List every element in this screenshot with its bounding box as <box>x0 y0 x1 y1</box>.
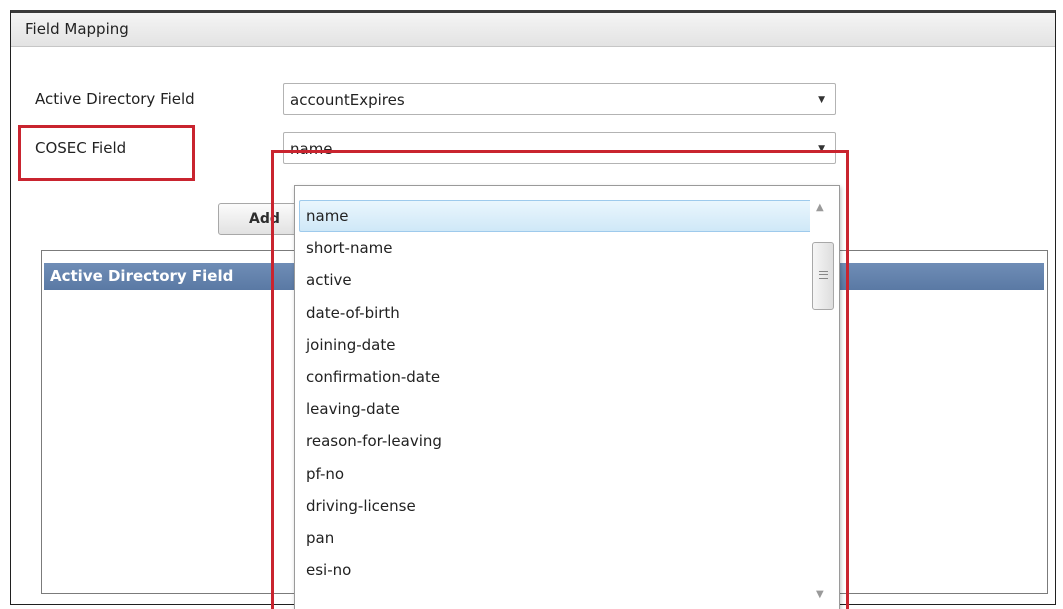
field-mapping-screen: Field Mapping Active Directory Field acc… <box>0 0 1063 609</box>
cosec-field-label: COSEC Field <box>35 139 127 157</box>
title-bar: Field Mapping <box>11 13 1055 47</box>
ad-field-value: accountExpires <box>290 91 405 109</box>
ad-field-label: Active Directory Field <box>35 90 195 108</box>
chevron-down-icon[interactable]: ▼ <box>818 95 825 105</box>
ad-field-combobox[interactable]: accountExpires ▼ <box>283 83 836 115</box>
grid-column-header[interactable]: Active Directory Field <box>50 267 233 285</box>
field-mapping-window: Field Mapping Active Directory Field acc… <box>10 10 1056 609</box>
window-title: Field Mapping <box>25 20 129 38</box>
cosec-dropdown-highlight <box>271 150 849 609</box>
